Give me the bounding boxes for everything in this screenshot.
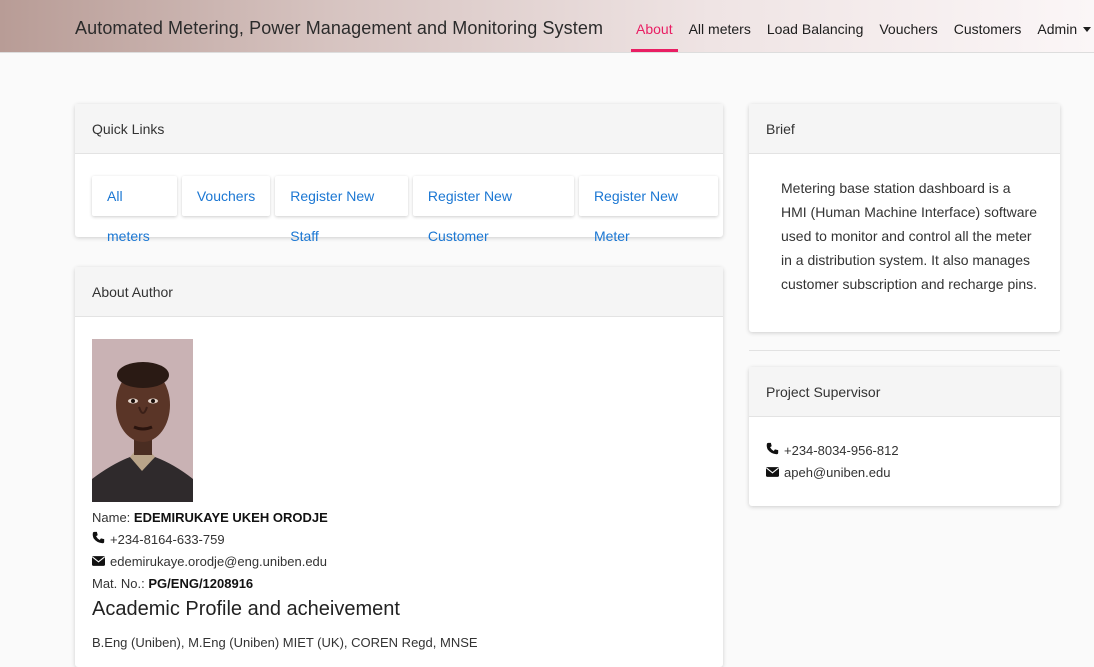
- envelope-icon: [92, 554, 105, 569]
- nav-all-meters[interactable]: All meters: [689, 21, 751, 37]
- supervisor-email[interactable]: apeh@uniben.edu: [784, 465, 890, 480]
- author-mat-line: Mat. No.: PG/ENG/1208916: [92, 572, 692, 594]
- author-portrait: [92, 339, 193, 502]
- nav-about[interactable]: About: [631, 21, 678, 52]
- quick-link-register-staff[interactable]: Register New Staff: [275, 176, 408, 244]
- top-navbar: Automated Metering, Power Management and…: [0, 0, 1094, 53]
- app-title[interactable]: Automated Metering, Power Management and…: [75, 18, 603, 39]
- quick-link-all-meters[interactable]: All meters: [92, 176, 177, 244]
- caret-down-icon: [1083, 26, 1092, 32]
- nav-customers[interactable]: Customers: [954, 21, 1022, 37]
- quick-links-card: Quick Links All meters Vouchers Register…: [75, 104, 723, 244]
- nav-admin-label: Admin: [1037, 21, 1078, 37]
- author-name: EDEMIRUKAYE UKEH ORODJE: [133, 509, 328, 525]
- supervisor-email-line: apeh@uniben.edu: [766, 461, 1060, 483]
- envelope-icon: [766, 465, 779, 480]
- author-details: Name: EDEMIRUKAYE UKEH ORODJE +234-8164-…: [92, 506, 692, 653]
- phone-icon: [92, 531, 105, 547]
- about-author-header: About Author: [75, 267, 723, 317]
- author-email-line: edemirukaye.orodje@eng.uniben.edu: [92, 550, 692, 572]
- quick-link-register-meter[interactable]: Register New Meter: [578, 176, 718, 244]
- supervisor-phone-line: +234-8034-956-812: [766, 439, 1060, 461]
- supervisor-header: Project Supervisor: [749, 367, 1060, 417]
- author-qualifications: B.Eng (Uniben), M.Eng (Uniben) MIET (UK)…: [92, 634, 478, 650]
- quick-link-vouchers[interactable]: Vouchers: [181, 176, 271, 216]
- nav-vouchers[interactable]: Vouchers: [879, 21, 937, 37]
- author-mat-label: Mat. No.:: [92, 575, 145, 591]
- section-divider: [749, 350, 1060, 351]
- author-phone: +234-8164-633-759: [110, 531, 225, 547]
- author-mat-no: PG/ENG/1208916: [148, 575, 254, 591]
- author-name-label: Name:: [92, 509, 131, 525]
- nav-load-balancing[interactable]: Load Balancing: [767, 21, 864, 37]
- phone-icon: [766, 442, 779, 458]
- supervisor-card: Project Supervisor +234-8034-956-812 ape…: [749, 367, 1060, 506]
- author-phone-line: +234-8164-633-759: [92, 528, 692, 550]
- academic-profile-heading: Academic Profile and acheivement: [92, 598, 400, 620]
- brief-header: Brief: [749, 104, 1060, 154]
- quick-links-header: Quick Links: [75, 104, 723, 154]
- nav-admin-dropdown[interactable]: Admin: [1037, 21, 1092, 37]
- quick-links-buttons: All meters Vouchers Register New Staff R…: [75, 154, 723, 244]
- supervisor-details: +234-8034-956-812 apeh@uniben.edu: [749, 417, 1060, 483]
- brief-text: Metering base station dashboard is a HMI…: [781, 180, 1038, 292]
- quick-link-register-customer[interactable]: Register New Customer: [412, 176, 574, 244]
- about-author-card: About Author Name: EDEMIRUKAYE UKEH OROD…: [75, 267, 723, 667]
- author-name-line: Name: EDEMIRUKAYE UKEH ORODJE: [92, 506, 692, 528]
- brief-card: Brief Metering base station dashboard is…: [749, 104, 1060, 332]
- author-email[interactable]: edemirukaye.orodje@eng.uniben.edu: [110, 554, 327, 569]
- author-photo: [92, 339, 193, 502]
- supervisor-phone: +234-8034-956-812: [784, 442, 899, 458]
- main-nav: About All meters Load Balancing Vouchers…: [631, 21, 1094, 52]
